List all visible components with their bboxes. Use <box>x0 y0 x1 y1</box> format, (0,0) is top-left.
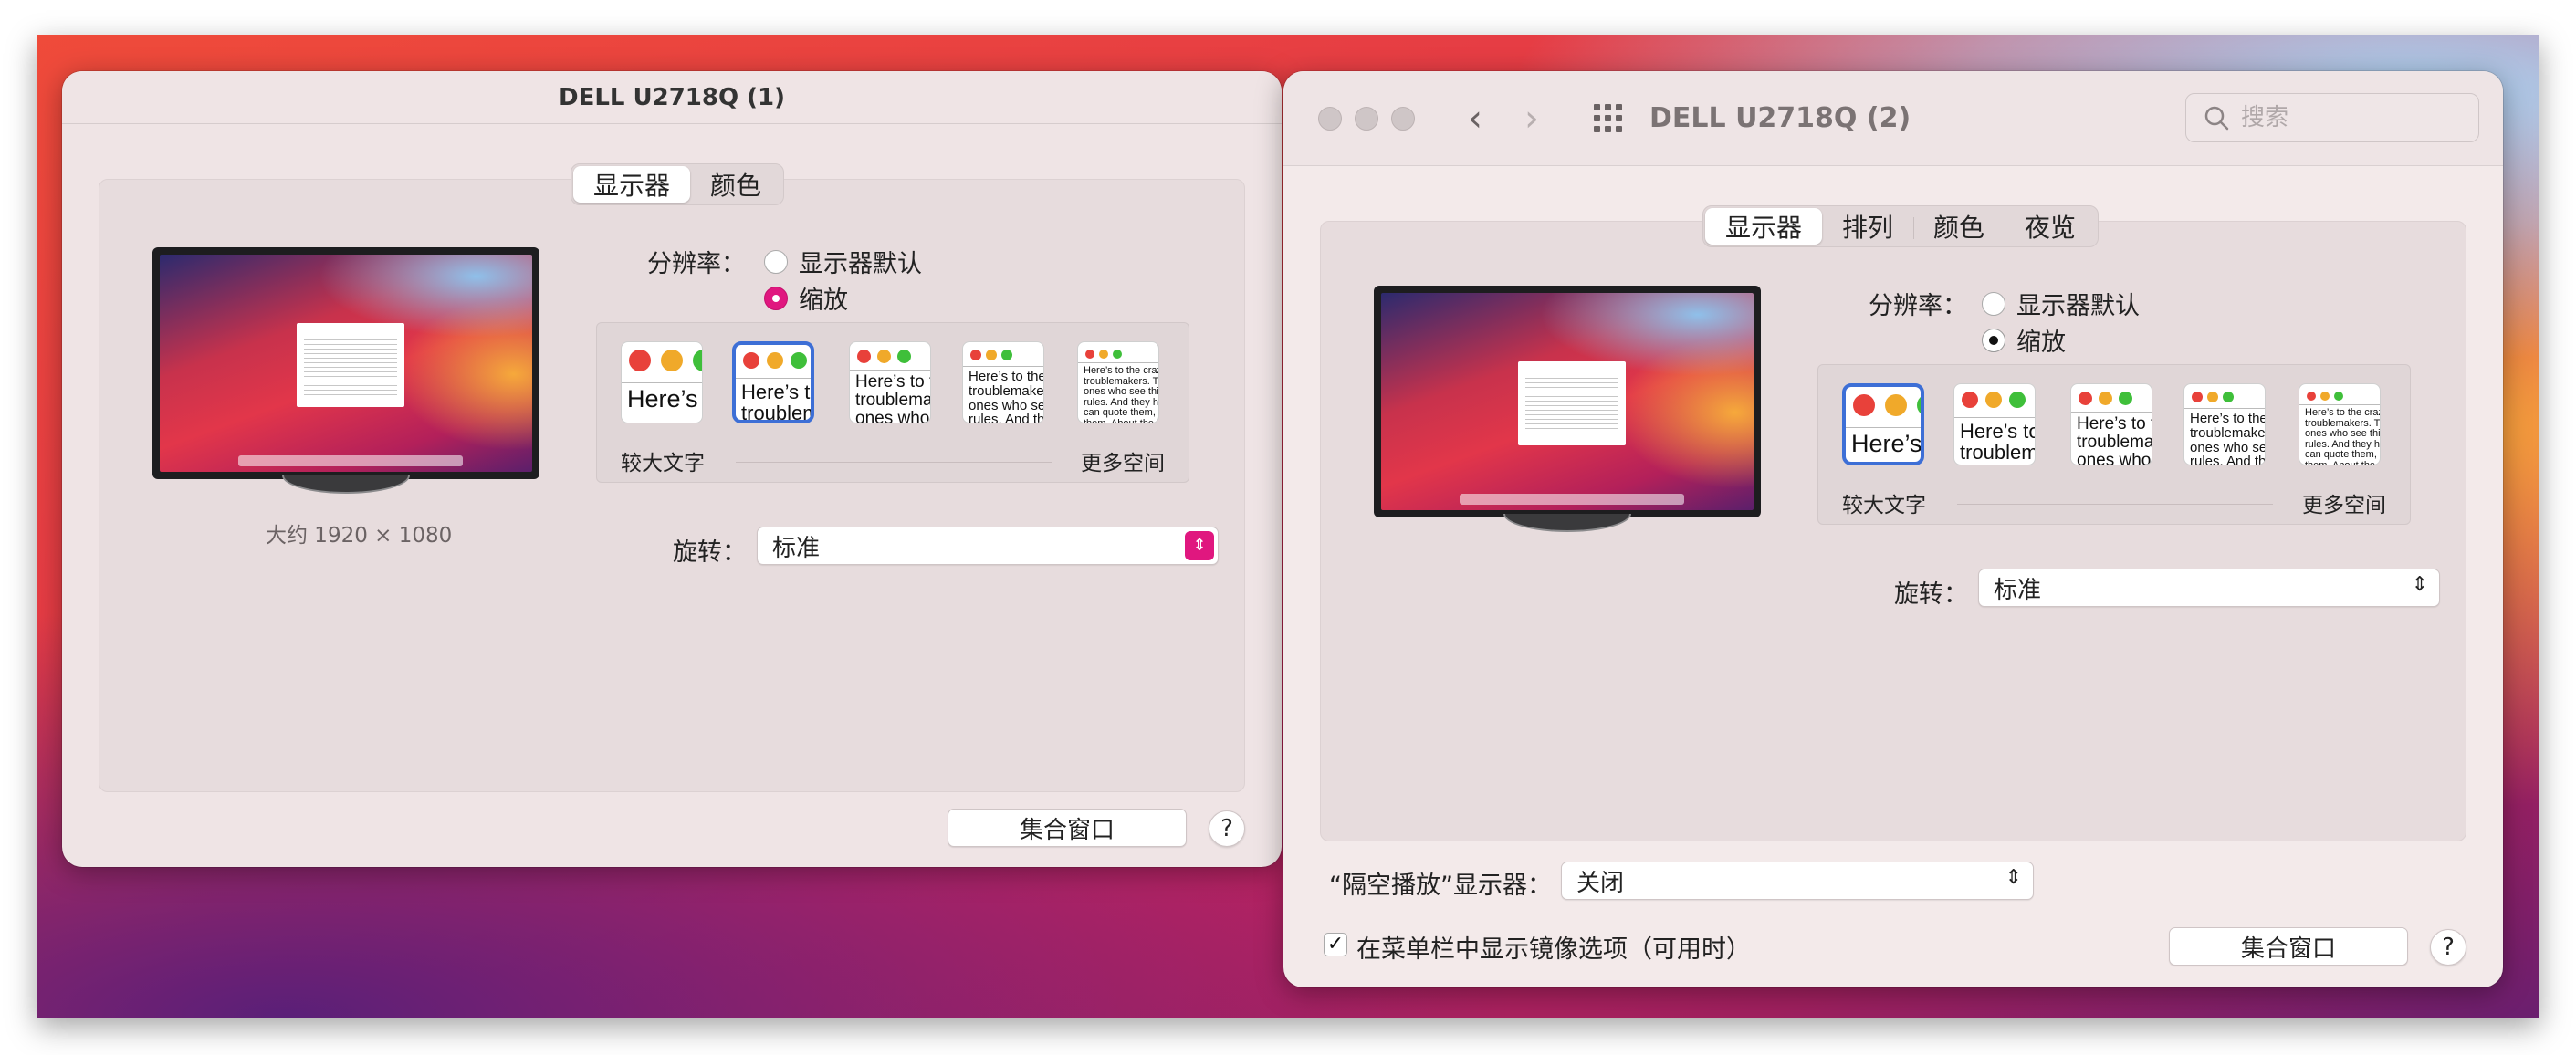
help-button[interactable]: ? <box>1209 810 1245 847</box>
radio-scaled[interactable]: 缩放 <box>764 280 848 316</box>
scale-option-2[interactable]: Here’s to troublem <box>732 341 814 423</box>
rotation-value: 标准 <box>772 534 821 562</box>
scale-option-sample-text: Here’s to the crazy one troublemakers. T… <box>2305 407 2381 465</box>
scale-option-3[interactable]: Here’s to t troublema ones who <box>849 341 931 423</box>
search-input[interactable] <box>2241 104 2460 131</box>
tab-color[interactable]: 颜色 <box>690 166 781 203</box>
tab-arrangement[interactable]: 排列 <box>1822 208 1913 245</box>
scale-option-sample-text: Here’s to the crazy one troublemakers. T… <box>1084 365 1159 423</box>
gather-windows-button[interactable]: 集合窗口 <box>2169 927 2408 966</box>
minimize-button[interactable] <box>1355 106 1378 131</box>
airplay-select[interactable]: 关闭 ⇕ <box>1561 862 2034 900</box>
mirror-options-checkbox[interactable]: ✓ <box>1324 933 1347 956</box>
tab-display[interactable]: 显示器 <box>573 166 691 203</box>
chevron-updown-icon: ⇕ <box>2411 573 2428 596</box>
help-button[interactable]: ? <box>2430 929 2466 966</box>
scale-option-5[interactable]: Here’s to the crazy one troublemakers. T… <box>2299 383 2381 465</box>
rotation-value: 标准 <box>1994 576 2042 604</box>
search-field[interactable] <box>2185 93 2479 142</box>
zoom-button[interactable] <box>1391 106 1415 131</box>
tab-display[interactable]: 显示器 <box>1705 208 1823 245</box>
window-controls <box>1318 106 1415 131</box>
airplay-label: “隔空播放”显示器： <box>1329 872 1552 900</box>
window-title: DELL U2718Q (2) <box>1649 102 1911 134</box>
search-icon <box>2204 106 2229 131</box>
show-all-grid-icon[interactable] <box>1594 104 1622 132</box>
radio-button[interactable] <box>1982 291 2005 316</box>
rotation-select[interactable]: 标准 ⇕ <box>757 527 1219 565</box>
scale-option-sample-text: Here’s <box>1851 430 1922 457</box>
display-window-1: DELL U2718Q (1) 显示器 颜色 大约 1920 × 1080 分辨… <box>62 71 1282 867</box>
scale-min-label: 较大文字 <box>621 452 705 475</box>
mirror-options-label: 在菜单栏中显示镜像选项（可用时） <box>1356 935 1751 964</box>
radio-display-default[interactable]: 显示器默认 <box>764 244 922 279</box>
title-bar[interactable]: DELL U2718Q (1) <box>62 71 1282 124</box>
tab-night-shift[interactable]: 夜览 <box>2005 208 2096 245</box>
scale-option-2[interactable]: Here’s to troublem <box>1953 383 2036 465</box>
scale-option-sample-text: Here’s to troublem <box>1960 420 2036 465</box>
scale-option-sample-text: Here’s to t troublema ones who <box>2077 414 2152 465</box>
scale-max-label: 更多空间 <box>2302 494 2386 517</box>
scale-option-sample-text: Here’s to the c troublemakers. ones who … <box>2190 411 2266 465</box>
radio-button[interactable] <box>1982 328 2005 352</box>
display-window-2: ‹ › DELL U2718Q (2) 显示器 排列 颜色 夜览 分辨率： <box>1283 71 2503 987</box>
radio-scaled[interactable]: 缩放 <box>1982 322 2066 358</box>
radio-label: 显示器默认 <box>2016 292 2140 320</box>
tab-bar: 显示器 颜色 <box>571 163 785 205</box>
chevron-updown-icon: ⇕ <box>2005 866 2022 889</box>
tab-color[interactable]: 颜色 <box>1913 208 2005 245</box>
radio-display-default[interactable]: 显示器默认 <box>1982 286 2140 321</box>
scale-options: Here’s Here’s to troublem Here’s to t trou… <box>1817 364 2411 525</box>
back-arrow-icon[interactable]: ‹ <box>1468 100 1482 137</box>
rotation-label: 旋转： <box>1894 580 1968 609</box>
radio-label: 缩放 <box>799 287 848 315</box>
scale-option-1[interactable]: Here’s <box>1842 383 1924 465</box>
toolbar: ‹ › DELL U2718Q (2) <box>1283 71 2503 166</box>
gather-windows-button[interactable]: 集合窗口 <box>948 809 1187 847</box>
scale-max-label: 更多空间 <box>1081 452 1165 475</box>
scale-option-4[interactable]: Here’s to the c troublemakers. ones who … <box>2183 383 2266 465</box>
window-title: DELL U2718Q (1) <box>558 83 785 111</box>
scale-options: Here’s Here’s to troublem Here’s to t trou… <box>596 322 1189 483</box>
scale-option-5[interactable]: Here’s to the crazy one troublemakers. T… <box>1077 341 1159 423</box>
radio-button[interactable] <box>764 249 788 274</box>
scale-option-4[interactable]: Here’s to the c troublemakers. ones who … <box>962 341 1044 423</box>
tab-bar: 显示器 排列 颜色 夜览 <box>1702 205 2100 247</box>
rotation-select[interactable]: 标准 ⇕ <box>1978 569 2440 607</box>
resolution-label: 分辨率： <box>647 250 746 278</box>
radio-label: 显示器默认 <box>799 250 922 278</box>
scale-option-sample-text: Here’s to the c troublemakers. ones who … <box>969 369 1044 423</box>
close-button[interactable] <box>1318 106 1342 131</box>
scale-option-sample-text: Here’s to t troublema ones who <box>855 372 931 423</box>
radio-button[interactable] <box>764 286 788 310</box>
resolution-label: 分辨率： <box>1869 292 1967 320</box>
chevron-updown-icon: ⇕ <box>1185 531 1214 560</box>
scale-min-label: 较大文字 <box>1842 494 1926 517</box>
display-panel: 显示器 颜色 大约 1920 × 1080 分辨率： 显示器默认 缩放 Here… <box>99 163 1245 792</box>
scale-option-1[interactable]: Here’s <box>621 341 703 423</box>
forward-arrow-icon[interactable]: › <box>1524 100 1539 137</box>
airplay-value: 关闭 <box>1576 869 1625 897</box>
rotation-label: 旋转： <box>673 538 747 567</box>
radio-label: 缩放 <box>2016 329 2066 357</box>
display-panel: 显示器 排列 颜色 夜览 分辨率： 显示器默认 缩放 Here’s Here’s … <box>1320 205 2466 841</box>
scale-option-3[interactable]: Here’s to t troublema ones who <box>2070 383 2152 465</box>
resolution-note: 大约 1920 × 1080 <box>266 524 453 548</box>
scale-option-sample-text: Here’s to troublem <box>741 381 814 423</box>
scale-option-sample-text: Here’s <box>627 385 698 413</box>
